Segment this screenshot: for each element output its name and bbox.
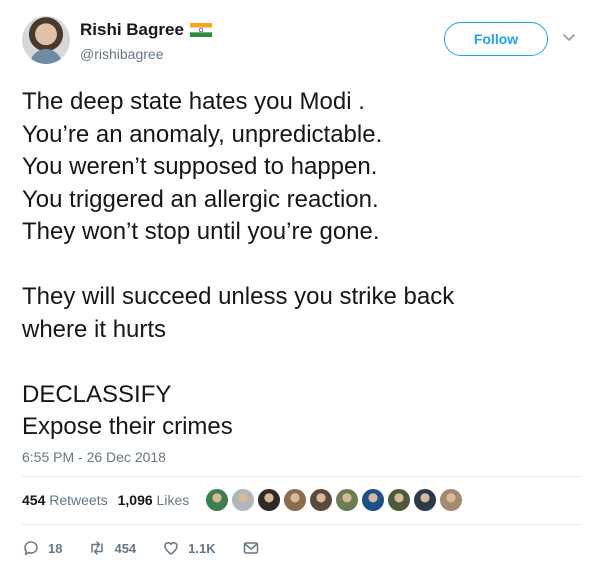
retweet-icon — [91, 541, 104, 555]
reply-icon — [24, 541, 38, 556]
liker-avatar[interactable] — [257, 488, 282, 512]
india-flag-icon — [189, 23, 212, 37]
tweet-line: where it hurts — [22, 315, 167, 343]
liker-avatar[interactable] — [387, 488, 412, 512]
retweets-count: 454 — [22, 492, 46, 508]
reply-count: 18 — [48, 540, 63, 556]
likes-count: 1,096 — [117, 492, 153, 508]
tweet-header: Rishi Bagree @rishibagree Follow — [22, 16, 588, 70]
liker-avatar[interactable] — [231, 488, 256, 512]
liker-avatars — [205, 488, 465, 512]
tweet-line: You’re an anomaly, unpredictable. — [22, 120, 383, 148]
retweets-label: Retweets — [49, 492, 108, 508]
like-count: 1.1K — [188, 540, 216, 556]
name-row: Rishi Bagree — [80, 20, 212, 40]
tweet-actions: 18 454 1.1K — [22, 536, 294, 560]
liker-avatar[interactable] — [413, 488, 438, 512]
likes-stat[interactable]: 1,096 Likes — [118, 492, 190, 508]
like-button[interactable]: 1.1K — [162, 539, 216, 557]
envelope-icon — [243, 542, 258, 554]
likes-label: Likes — [156, 492, 190, 508]
liker-avatar[interactable] — [439, 488, 464, 512]
divider — [22, 476, 582, 477]
liker-avatar[interactable] — [335, 488, 360, 512]
chevron-down-icon[interactable] — [562, 30, 576, 44]
retweet-count: 454 — [114, 540, 137, 556]
tweet-line: You weren’t supposed to happen. — [22, 153, 378, 180]
tweet-line: The deep state hates you Modi . — [22, 88, 365, 115]
retweets-stat[interactable]: 454 Retweets — [22, 492, 108, 508]
tweet-line: DECLASSIFY — [22, 380, 172, 408]
tweet-line: You triggered an allergic reaction. — [22, 185, 379, 213]
liker-avatar[interactable] — [309, 488, 334, 512]
divider — [22, 524, 582, 525]
tweet-text: The deep state hates you Modi . You’re a… — [22, 86, 582, 444]
liker-avatar[interactable] — [283, 488, 308, 512]
heart-icon — [164, 542, 178, 555]
tweet-line: They won’t stop until you’re gone. — [22, 218, 380, 245]
tweet-timestamp[interactable]: 6:55 PM - 26 Dec 2018 — [22, 449, 166, 465]
liker-avatar[interactable] — [205, 488, 230, 512]
tweet-line: Expose their crimes — [22, 413, 233, 440]
display-name[interactable]: Rishi Bagree — [80, 20, 184, 40]
liker-avatar[interactable] — [361, 488, 386, 512]
retweet-button[interactable]: 454 — [88, 539, 136, 557]
direct-message-button[interactable] — [242, 539, 268, 557]
avatar[interactable] — [22, 16, 70, 64]
follow-button[interactable]: Follow — [444, 22, 548, 56]
tweet-line: They will succeed unless you strike back — [22, 283, 455, 310]
user-handle[interactable]: @rishibagree — [80, 46, 163, 62]
reply-button[interactable]: 18 — [22, 539, 62, 557]
tweet-stats: 454 Retweets 1,096 Likes — [22, 487, 465, 513]
